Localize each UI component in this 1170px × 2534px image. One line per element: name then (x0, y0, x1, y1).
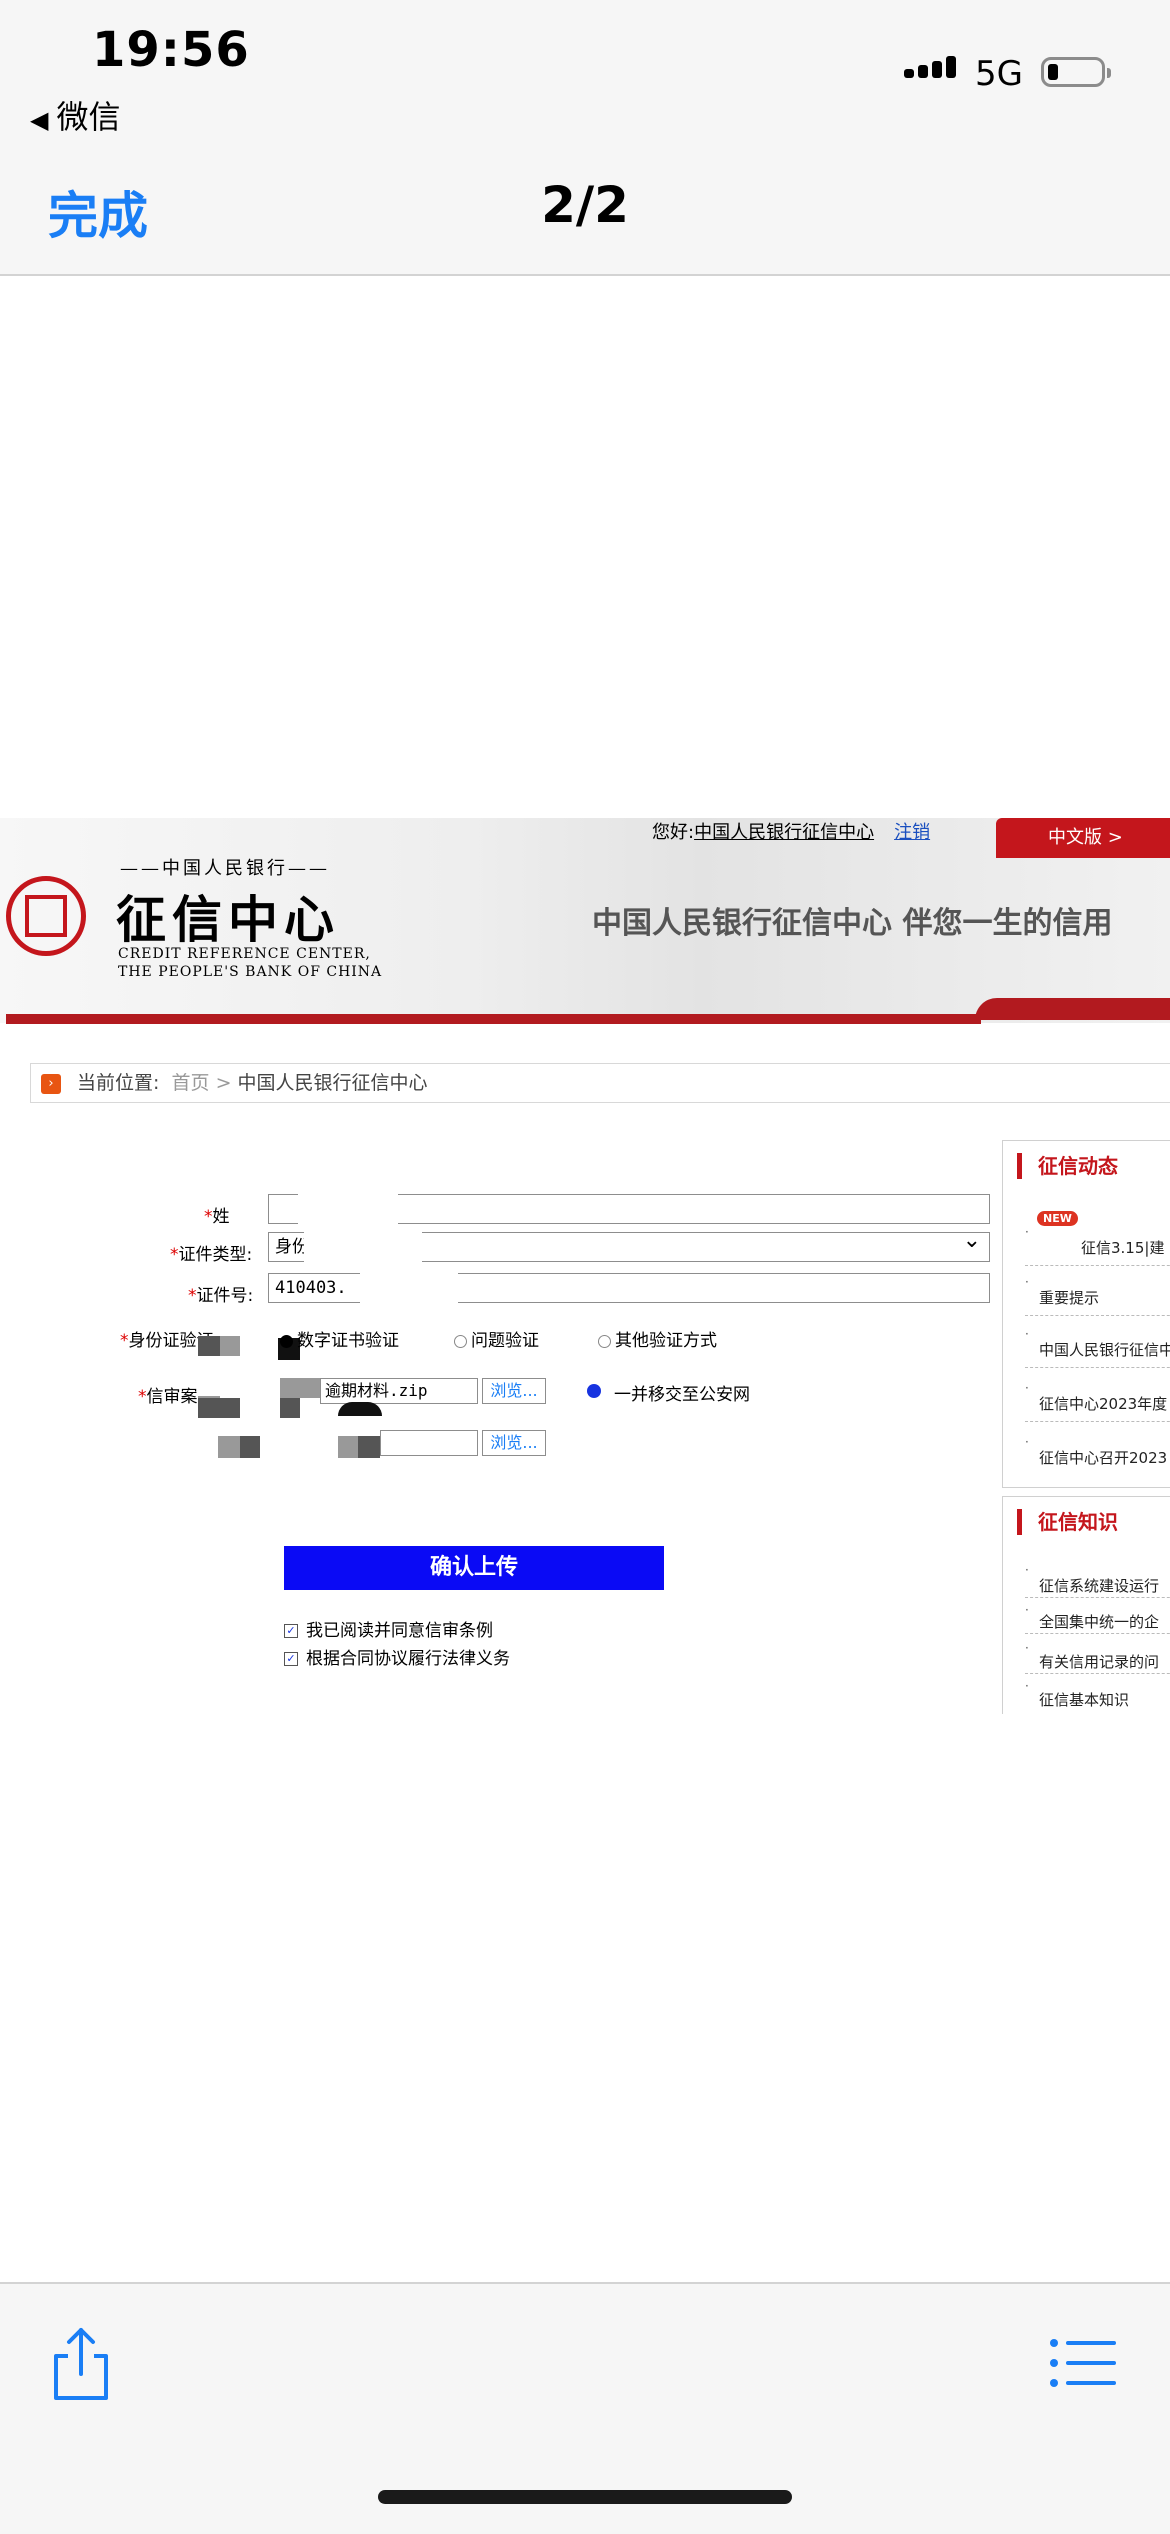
site-title: 征信中心 (116, 890, 340, 949)
status-time: 19:56 (92, 22, 250, 78)
header-divider-curve (975, 998, 1170, 1020)
knowledge-panel-title: 征信知识 (1017, 1509, 1118, 1535)
verify-option-cert[interactable]: 数字证书验证 (280, 1326, 399, 1351)
logout-link[interactable]: 注销 (894, 822, 930, 843)
letter-label: *信审案 (138, 1387, 198, 1407)
redaction-pixels (280, 1398, 300, 1418)
news-panel: 征信动态 NEW · 征信3.15|建 · 重要提示 · 中国人民银行征信中 ·… (1002, 1140, 1170, 1488)
news-item-4[interactable]: 征信中心2023年度 (1039, 1393, 1167, 1414)
breadcrumb-label: 当前位置: (77, 1072, 160, 1094)
redaction-pixels (240, 1436, 260, 1458)
page-counter: 2/2 (541, 176, 629, 234)
redaction-block (304, 1226, 422, 1266)
news-item-3[interactable]: 中国人民银行征信中 (1039, 1339, 1170, 1360)
header-slogan: 中国人民银行征信中心 伴您一生的信用 (592, 906, 1113, 941)
knowledge-item-4[interactable]: 征信基本知识 (1039, 1689, 1129, 1710)
name-label: *姓 (204, 1207, 230, 1227)
english-name-line2: THE PEOPLE'S BANK OF CHINA (118, 964, 383, 980)
file-path-input-2[interactable] (380, 1430, 478, 1456)
verify-option-question[interactable]: 问题验证 (454, 1326, 539, 1351)
breadcrumb: › 当前位置: 首页 > 中国人民银行征信中心 (30, 1063, 1170, 1103)
redaction-pixels (220, 1336, 240, 1356)
new-badge: NEW (1037, 1211, 1078, 1226)
news-item-1[interactable]: 征信3.15|建 (1081, 1237, 1164, 1258)
list-icon[interactable] (1050, 2338, 1116, 2388)
legal-obligation-checkbox[interactable]: ✓ 根据合同协议履行法律义务 (284, 1644, 510, 1669)
redaction-pixels (280, 1378, 320, 1398)
document-image: 您好:中国人民银行征信中心 注销 中文版 > ——中国人民银行—— 征信中心 CR… (0, 818, 1170, 1714)
redaction-pixels (358, 1436, 380, 1458)
news-item-5[interactable]: 征信中心召开2023 (1039, 1447, 1167, 1468)
news-panel-title: 征信动态 (1017, 1153, 1118, 1179)
redaction-pixels (218, 1436, 240, 1458)
pbc-seal-logo (6, 876, 86, 956)
network-type: 5G (975, 54, 1023, 94)
breadcrumb-current: 中国人民银行征信中心 (237, 1072, 428, 1094)
greeting-prefix: 您好: (652, 822, 695, 843)
id-number-label: *证件号: (188, 1286, 254, 1306)
user-link[interactable]: 中国人民银行征信中心 (694, 822, 874, 843)
redaction-pixels (198, 1398, 240, 1418)
battery-icon (1041, 57, 1111, 87)
org-small-title: ——中国人民银行—— (120, 858, 330, 879)
redaction-pixels (198, 1336, 220, 1356)
english-name-line1: CREDIT REFERENCE CENTER, (118, 946, 371, 962)
knowledge-item-2[interactable]: 全国集中统一的企 (1039, 1611, 1159, 1632)
breadcrumb-arrow-icon: › (41, 1074, 61, 1094)
browse-button-2[interactable]: 浏览... (482, 1430, 546, 1456)
confirm-upload-button[interactable]: 确认上传 (284, 1546, 664, 1590)
viewer-nav-bar: 完成 2/2 (0, 150, 1170, 276)
breadcrumb-separator: > (215, 1072, 232, 1094)
knowledge-item-1[interactable]: 征信系统建设运行 (1039, 1575, 1159, 1596)
cellular-signal-icon (904, 56, 958, 78)
police-option-label: 一并移交至公安网 (614, 1385, 750, 1405)
verify-option-other[interactable]: 其他验证方式 (598, 1326, 717, 1351)
redaction-block (360, 1268, 458, 1310)
redaction-pixels (338, 1436, 358, 1458)
greeting: 您好:中国人民银行征信中心 注销 (652, 818, 930, 844)
site-header: 您好:中国人民银行征信中心 注销 中文版 > ——中国人民银行—— 征信中心 CR… (0, 818, 1170, 1023)
header-divider (6, 1014, 981, 1024)
share-icon[interactable] (50, 2326, 112, 2402)
breadcrumb-home[interactable]: 首页 (172, 1072, 210, 1094)
redaction-pixels (338, 1402, 382, 1416)
news-item-2[interactable]: 重要提示 (1039, 1287, 1099, 1308)
back-app-label: 微信 (56, 98, 121, 136)
agree-terms-checkbox[interactable]: ✓ 我已阅读并同意信审条例 (284, 1616, 493, 1641)
back-triangle-icon: ◀ (30, 106, 49, 134)
status-bar: 19:56 ◀ 微信 5G (0, 0, 1170, 150)
language-tab[interactable]: 中文版 > (996, 818, 1170, 858)
knowledge-panel: 征信知识 · 征信系统建设运行 · 全国集中统一的企 · 有关信用记录的问 · … (1002, 1496, 1170, 1714)
back-to-app-link[interactable]: ◀ 微信 (30, 92, 120, 138)
knowledge-item-3[interactable]: 有关信用记录的问 (1039, 1651, 1159, 1672)
file-path-input-1[interactable]: 逾期材料.zip (320, 1378, 478, 1404)
police-option-radio[interactable] (587, 1384, 601, 1398)
home-indicator[interactable] (378, 2490, 792, 2504)
id-type-label: *证件类型: (170, 1245, 253, 1265)
browse-button-1[interactable]: 浏览... (482, 1378, 546, 1404)
